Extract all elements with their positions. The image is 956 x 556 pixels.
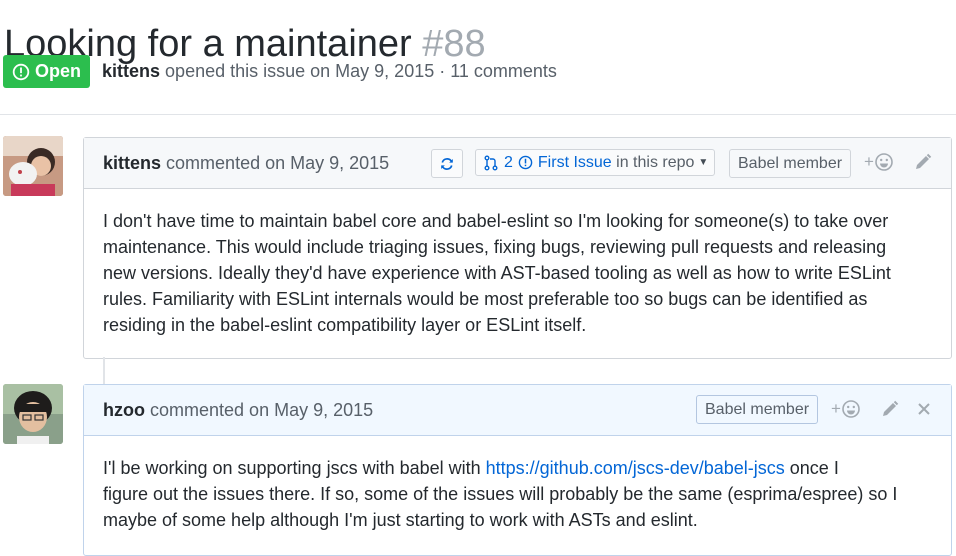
comment-author-line: kittens commented on May 9, 2015: [103, 153, 389, 174]
avatar-image: [3, 384, 63, 444]
comment: kittens commented on May 9, 2015 2 First…: [83, 137, 952, 359]
avatar[interactable]: [3, 136, 63, 196]
comment-line: I don't have time to maintain babel core…: [103, 211, 889, 231]
comment-line: maybe of some help although I'm just sta…: [103, 510, 698, 530]
avatar[interactable]: [3, 384, 63, 444]
comment-line: new versions. Ideally they'd have experi…: [103, 263, 891, 283]
comment-line: rules. Familiarity with ESLint internals…: [103, 289, 868, 309]
comment-line: figure out the issues there. If so, some…: [103, 484, 898, 504]
issue-author-link[interactable]: kittens: [102, 61, 160, 81]
comment-body: I'l be working on supporting jscs with b…: [84, 436, 951, 533]
issue-opened-icon: [12, 63, 30, 80]
comment-author[interactable]: kittens: [103, 153, 161, 173]
pr-count: 2: [504, 153, 513, 171]
babel-jscs-link[interactable]: https://github.com/jscs-dev/babel-jscs: [486, 458, 785, 478]
first-issue-label: First Issue: [537, 153, 612, 171]
git-pull-request-icon: [484, 155, 498, 170]
smiley-icon: [842, 400, 860, 418]
member-badge: Babel member: [696, 395, 819, 424]
chevron-down-icon: ▼: [698, 157, 709, 168]
issue-state-badge: Open: [3, 55, 90, 88]
comment-author-line: hzoo commented on May 9, 2015: [103, 400, 373, 421]
header-divider: [0, 114, 956, 115]
comment-body: I don't have time to maintain babel core…: [84, 189, 951, 338]
issue-meta-text: opened this issue on May 9, 2015 · 11 co…: [165, 61, 557, 81]
pencil-icon: [916, 153, 932, 169]
x-icon: [918, 403, 930, 415]
pencil-icon: [883, 400, 899, 416]
comment-text: once I: [784, 458, 839, 478]
issue-state-label: Open: [34, 61, 81, 81]
add-reaction-button[interactable]: +: [831, 399, 861, 419]
comment-line: maintenance. This would include triaging…: [103, 237, 887, 257]
sync-button[interactable]: [431, 149, 463, 178]
smiley-icon: [875, 153, 893, 171]
issue-meta: kittens opened this issue on May 9, 2015…: [102, 61, 557, 82]
add-reaction-plus: +: [864, 152, 874, 171]
avatar-image: [3, 136, 63, 196]
edit-button[interactable]: [881, 400, 899, 418]
comment-author[interactable]: hzoo: [103, 400, 145, 420]
comment-header: hzoo commented on May 9, 2015 Babel memb…: [84, 385, 951, 436]
comment-header: kittens commented on May 9, 2015 2 First…: [84, 138, 951, 189]
comment-line: residing in the babel-eslint compatibili…: [103, 315, 587, 335]
member-badge: Babel member: [729, 149, 852, 178]
sync-icon: [441, 157, 453, 170]
add-reaction-plus: +: [831, 399, 841, 418]
comment-text: I'l be working on supporting jscs with b…: [103, 458, 486, 478]
comment-timestamp[interactable]: commented on May 9, 2015: [166, 153, 389, 173]
issue-opened-icon: [518, 155, 533, 170]
edit-button[interactable]: [914, 153, 932, 171]
first-issue-dropdown[interactable]: 2 First Issue in this repo ▼: [475, 149, 715, 176]
comment-line: I'l be working on supporting jscs with b…: [103, 455, 931, 481]
delete-button[interactable]: [917, 402, 931, 416]
comment-timestamp[interactable]: commented on May 9, 2015: [150, 400, 373, 420]
issue-number: #88: [422, 23, 486, 66]
comment: hzoo commented on May 9, 2015 Babel memb…: [83, 384, 952, 556]
first-issue-suffix: in this repo: [616, 153, 695, 171]
timeline-connector: [103, 357, 105, 384]
add-reaction-button[interactable]: +: [864, 152, 894, 172]
